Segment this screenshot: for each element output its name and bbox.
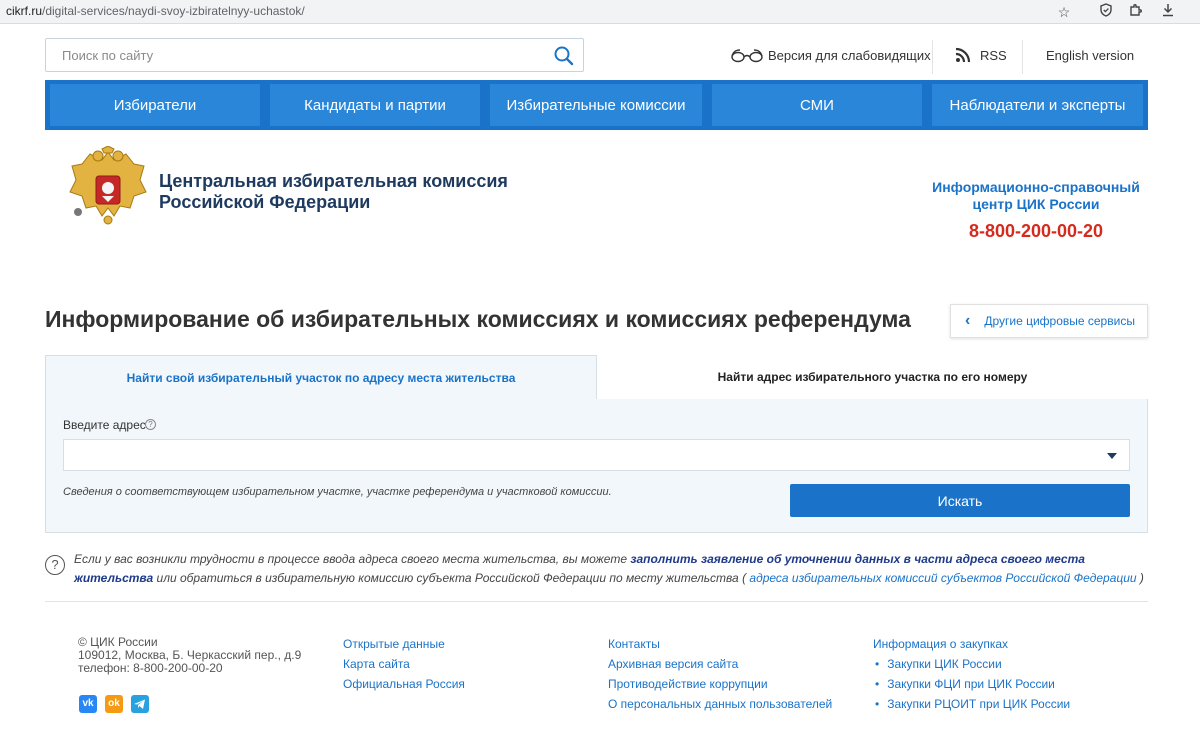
regional-commissions-link[interactable]: адреса избирательных комиссий субъектов …: [749, 571, 1136, 585]
nav-item-voters[interactable]: Избиратели: [50, 84, 260, 126]
nav-item-commissions[interactable]: Избирательные комиссии: [490, 84, 702, 126]
page-title: Информирование об избирательных комиссия…: [45, 306, 911, 332]
other-services-label: Другие цифровые сервисы: [984, 314, 1135, 328]
footer-col-2: Контакты Архивная версия сайта Противоде…: [608, 634, 832, 714]
organization-name: Центральная избирательная комиссия Росси…: [159, 171, 508, 212]
question-icon: ?: [45, 555, 65, 575]
divider: [932, 40, 933, 74]
low-vision-link[interactable]: Версия для слабовидящих: [730, 44, 931, 66]
footer-link-open-data[interactable]: Открытые данные: [343, 634, 465, 654]
vk-icon[interactable]: vk: [79, 695, 97, 713]
download-icon[interactable]: [1158, 2, 1178, 22]
footer-link-personal-data[interactable]: О персональных данных пользователей: [608, 694, 832, 714]
coat-of-arms-logo[interactable]: [68, 145, 148, 228]
footer-col-1: Открытые данные Карта сайта Официальная …: [343, 634, 465, 694]
footer-link-official-russia[interactable]: Официальная Россия: [343, 674, 465, 694]
search-icon[interactable]: [553, 45, 575, 67]
glasses-icon: [731, 49, 763, 63]
nav-item-media[interactable]: СМИ: [712, 84, 922, 126]
help-tooltip-icon[interactable]: ?: [145, 419, 156, 430]
telegram-icon[interactable]: [131, 695, 149, 713]
chevron-left-icon: ‹: [965, 312, 971, 329]
footer-divider: [45, 601, 1148, 602]
nav-item-observers[interactable]: Наблюдатели и эксперты: [932, 84, 1143, 126]
odnoklassniki-icon[interactable]: ok: [105, 695, 123, 713]
footer-link-contacts[interactable]: Контакты: [608, 634, 832, 654]
tab-find-by-number[interactable]: Найти адрес избирательного участка по ег…: [597, 355, 1148, 400]
footer-contacts: © ЦИК России 109012, Москва, Б. Черкасск…: [78, 635, 302, 675]
rss-label: RSS: [980, 47, 1007, 63]
nav-item-candidates[interactable]: Кандидаты и партии: [270, 84, 480, 126]
search-input[interactable]: [46, 39, 546, 71]
other-services-button[interactable]: ‹ Другие цифровые сервисы: [950, 304, 1148, 338]
footer-link-procurement-fci[interactable]: • Закупки ФЦИ при ЦИК России: [873, 674, 1070, 694]
footer-link-anticorruption[interactable]: Противодействие коррупции: [608, 674, 832, 694]
rss-icon: [955, 47, 971, 63]
footer-link-procurement[interactable]: Информация о закупках: [873, 634, 1070, 654]
low-vision-label: Версия для слабовидящих: [768, 47, 931, 63]
dropdown-caret-icon[interactable]: [1107, 453, 1117, 459]
footer-link-procurement-rtsoit[interactable]: • Закупки РЦОИТ при ЦИК России: [873, 694, 1070, 714]
main-nav: Избиратели Кандидаты и партии Избиратель…: [45, 80, 1148, 130]
tab-find-by-address[interactable]: Найти свой избирательный участок по адре…: [45, 355, 597, 400]
divider: [1022, 40, 1023, 74]
footer-link-procurement-cik[interactable]: • Закупки ЦИК России: [873, 654, 1070, 674]
footer-col-3: Информация о закупках • Закупки ЦИК Росси…: [873, 634, 1070, 714]
info-center-title: Информационно-справочный центр ЦИК Росси…: [932, 179, 1140, 212]
footer-link-archive[interactable]: Архивная версия сайта: [608, 654, 832, 674]
english-version-link[interactable]: English version: [1046, 48, 1134, 63]
extensions-icon[interactable]: [1126, 2, 1146, 22]
url-text[interactable]: cikrf.ru/digital-services/naydi-svoy-izb…: [6, 4, 305, 18]
rss-link[interactable]: RSS: [955, 47, 1007, 63]
shield-icon[interactable]: [1096, 2, 1116, 22]
help-note: Если у вас возникли трудности в процессе…: [74, 552, 1144, 585]
find-button[interactable]: Искать: [790, 484, 1130, 517]
browser-address-bar[interactable]: cikrf.ru/digital-services/naydi-svoy-izb…: [0, 0, 1200, 24]
site-search: [45, 38, 584, 72]
bookmark-star-icon[interactable]: ☆: [1054, 2, 1074, 22]
address-hint: Сведения о соответствующем избирательном…: [63, 486, 612, 498]
footer-link-sitemap[interactable]: Карта сайта: [343, 654, 465, 674]
address-input[interactable]: [63, 439, 1130, 471]
address-label: Введите адрес: [63, 418, 146, 432]
hotline-phone[interactable]: 8-800-200-00-20: [920, 221, 1152, 242]
